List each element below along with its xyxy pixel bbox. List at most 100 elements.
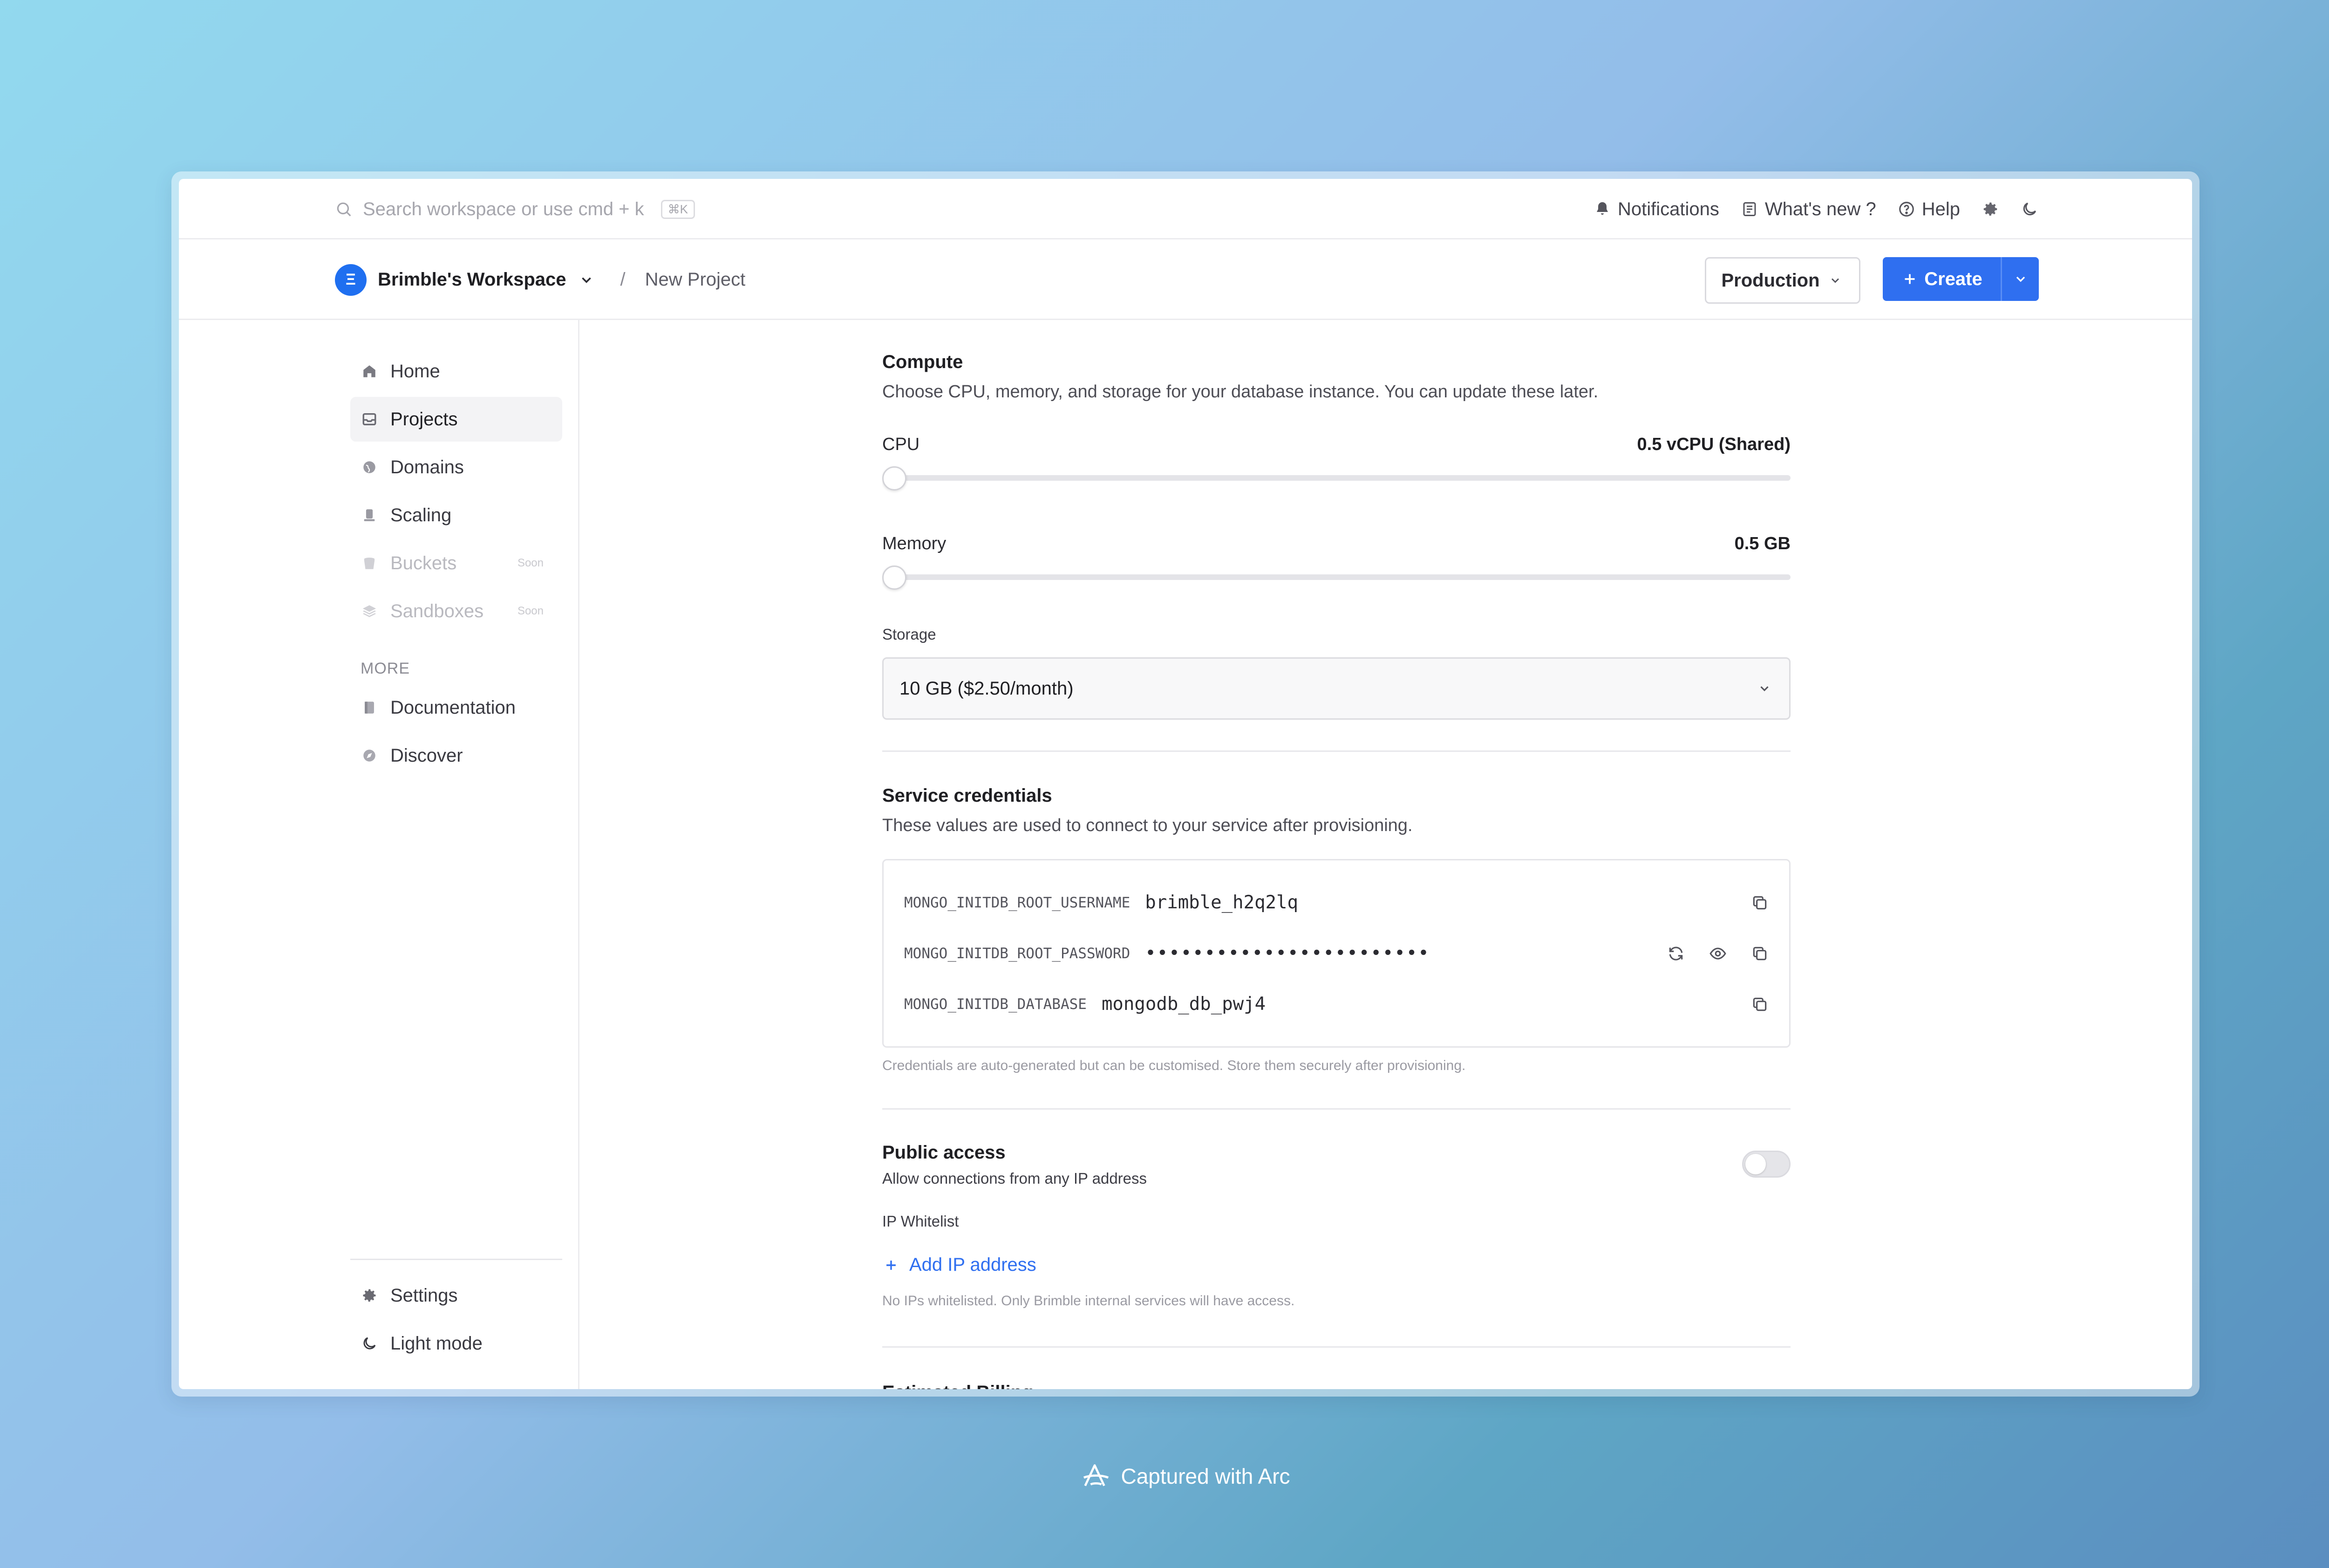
copy-icon[interactable] <box>1751 945 1769 962</box>
toggle-knob <box>1745 1154 1766 1174</box>
credentials-note: Credentials are auto-generated but can b… <box>882 1058 1466 1073</box>
credential-value[interactable]: brimble_h2q2lq <box>1145 892 1298 913</box>
environment-select[interactable]: Production <box>1705 257 1860 304</box>
sidebar-item-label: Buckets <box>390 552 457 573</box>
section-divider <box>882 750 1791 752</box>
ip-whitelist-label: IP Whitelist <box>882 1213 959 1230</box>
sidebar-item-discover[interactable]: Discover <box>350 733 562 778</box>
credentials-box: MONGO_INITDB_ROOT_USERNAME brimble_h2q2l… <box>882 859 1791 1048</box>
workspace-switcher[interactable]: Brimble's Workspace <box>378 269 566 290</box>
sidebar-section-heading: MORE <box>361 660 410 677</box>
cpu-label: CPU <box>882 435 920 454</box>
memory-value: 0.5 GB <box>1734 534 1791 553</box>
soon-badge: Soon <box>517 557 544 569</box>
layers-icon <box>361 602 378 620</box>
sidebar-item-label: Sandboxes <box>390 600 484 621</box>
sidebar-divider <box>350 1259 562 1260</box>
sidebar-item-label: Documentation <box>390 697 516 718</box>
sidebar-item-label: Light mode <box>390 1333 483 1354</box>
main-content: Compute Choose CPU, memory, and storage … <box>882 320 1791 1389</box>
slider-thumb[interactable] <box>882 566 906 590</box>
credential-value[interactable]: mongodb_db_pwj4 <box>1102 994 1266 1015</box>
create-button-group: Create <box>1883 257 2039 301</box>
whats-new-button[interactable]: What's new ? <box>1741 199 1876 220</box>
credential-key: MONGO_INITDB_ROOT_PASSWORD <box>904 945 1130 962</box>
sidebar-item-label: Discover <box>390 745 463 766</box>
storage-value: 10 GB ($2.50/month) <box>899 678 1074 699</box>
eye-icon[interactable] <box>1709 945 1727 962</box>
browser-frame: Search workspace or use cmd + k ⌘K Notif… <box>171 171 2200 1397</box>
sidebar: Home Projects Domains Scaling Buckets So… <box>179 320 579 1389</box>
notifications-button[interactable]: Notifications <box>1594 199 1719 220</box>
search-bar[interactable]: Search workspace or use cmd + k ⌘K <box>335 179 695 239</box>
credential-actions <box>1751 894 1769 912</box>
top-right-actions: Notifications What's new ? Help <box>1594 179 2038 239</box>
moon-icon[interactable] <box>2021 200 2038 218</box>
sidebar-item-label: Projects <box>390 409 458 429</box>
slider-track <box>882 574 1791 580</box>
sidebar-item-label: Scaling <box>390 504 452 525</box>
credential-row: MONGO_INITDB_ROOT_PASSWORD •••••••••••••… <box>904 928 1769 979</box>
workspace-logo: Ξ <box>335 264 367 296</box>
whitelist-empty-note: No IPs whitelisted. Only Brimble interna… <box>882 1293 1295 1309</box>
sidebar-item-label: Domains <box>390 457 464 477</box>
soon-badge: Soon <box>517 605 544 617</box>
breadcrumb: Ξ Brimble's Workspace / New Project <box>335 239 745 320</box>
help-button[interactable]: Help <box>1898 199 1960 220</box>
home-icon <box>361 362 378 380</box>
copy-icon[interactable] <box>1751 894 1769 912</box>
cpu-row: CPU 0.5 vCPU (Shared) <box>882 435 1791 455</box>
copy-icon[interactable] <box>1751 995 1769 1013</box>
sidebar-item-projects[interactable]: Projects <box>350 397 562 442</box>
refresh-icon[interactable] <box>1667 945 1685 962</box>
public-access-row: Public access Allow connections from any… <box>882 1142 1791 1187</box>
notifications-label: Notifications <box>1618 198 1719 219</box>
chevron-down-icon <box>2012 270 2029 288</box>
compute-description: Choose CPU, memory, and storage for your… <box>882 382 1599 402</box>
search-icon <box>335 200 353 218</box>
storage-select[interactable]: 10 GB ($2.50/month) <box>882 657 1791 720</box>
add-ip-button[interactable]: Add IP address <box>882 1254 1791 1275</box>
public-access-text: Public access Allow connections from any… <box>882 1142 1147 1187</box>
credential-row: MONGO_INITDB_ROOT_USERNAME brimble_h2q2l… <box>904 877 1769 928</box>
sidebar-item-domains[interactable]: Domains <box>350 445 562 490</box>
help-icon <box>1898 200 1915 218</box>
help-label: Help <box>1921 198 1960 219</box>
billing-title: Estimated Billing <box>882 1382 1791 1389</box>
public-access-toggle[interactable] <box>1742 1151 1791 1178</box>
credential-actions <box>1751 995 1769 1013</box>
bell-icon <box>1594 200 1611 218</box>
public-access-title: Public access <box>882 1142 1006 1163</box>
sidebar-item-scaling[interactable]: Scaling <box>350 493 562 538</box>
credential-row: MONGO_INITDB_DATABASE mongodb_db_pwj4 <box>904 979 1769 1029</box>
credential-key: MONGO_INITDB_ROOT_USERNAME <box>904 894 1130 911</box>
compass-icon <box>361 747 378 764</box>
storage-label: Storage <box>882 626 936 643</box>
whats-new-label: What's new ? <box>1764 198 1876 219</box>
sidebar-item-documentation[interactable]: Documentation <box>350 685 562 730</box>
breadcrumb-bar: Ξ Brimble's Workspace / New Project Prod… <box>179 239 2192 320</box>
sidebar-item-buckets: Buckets Soon <box>350 541 562 586</box>
create-dropdown-button[interactable] <box>2001 257 2039 301</box>
sidebar-nav: Home Projects Domains Scaling Buckets So… <box>350 349 562 781</box>
gear-icon[interactable] <box>1982 200 1999 218</box>
sidebar-item-home[interactable]: Home <box>350 349 562 394</box>
cpu-slider[interactable] <box>882 465 1791 491</box>
chevron-down-icon <box>1826 272 1844 289</box>
environment-label: Production <box>1721 270 1820 291</box>
slider-thumb[interactable] <box>882 466 906 491</box>
capture-caption-text: Captured with Arc <box>1121 1464 1290 1488</box>
capture-caption: Captured with Arc <box>0 1460 2329 1493</box>
plus-icon <box>1901 270 1919 288</box>
gear-icon <box>361 1287 378 1304</box>
credential-value[interactable]: •••••••••••••••••••••••• <box>1145 943 1430 964</box>
memory-slider[interactable] <box>882 564 1791 590</box>
create-label: Create <box>1924 268 1982 289</box>
create-button[interactable]: Create <box>1883 257 2001 301</box>
search-placeholder: Search workspace or use cmd + k <box>363 198 644 219</box>
memory-label: Memory <box>882 534 947 553</box>
section-divider <box>882 1108 1791 1110</box>
sidebar-item-settings[interactable]: Settings <box>350 1273 562 1318</box>
sidebar-item-light-mode[interactable]: Light mode <box>350 1321 562 1366</box>
chevron-down-icon[interactable] <box>578 271 595 289</box>
